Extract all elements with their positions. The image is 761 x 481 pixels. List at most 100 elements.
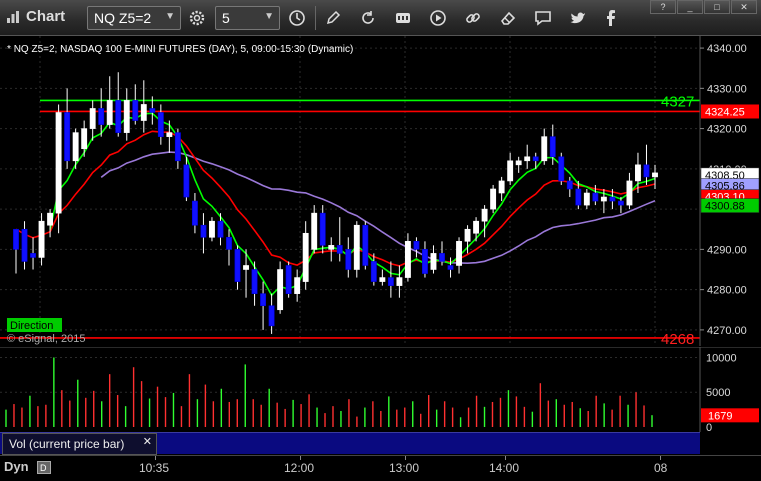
get-icon <box>396 13 410 23</box>
candle-body <box>183 164 190 198</box>
price-tick-label: 4340.00 <box>707 43 747 55</box>
candle-body <box>191 200 198 226</box>
chevron-down-icon[interactable]: ▼ <box>165 11 175 22</box>
link-icon <box>466 13 480 23</box>
comment-button[interactable] <box>530 6 556 30</box>
candle-body <box>524 156 531 162</box>
time-tick-label: 14:00 <box>489 461 520 475</box>
symbol-value: NQ Z5=2 <box>94 10 152 26</box>
level-price-tag-label: 4324.25 <box>705 106 745 118</box>
refresh-icon <box>362 11 374 24</box>
candle-body <box>541 136 548 162</box>
price-tag-label: 4300.88 <box>705 201 745 213</box>
candle-body <box>268 305 275 327</box>
volume-study-tab[interactable]: Vol (current price bar) ✕ <box>2 433 157 455</box>
interval-clock-button[interactable] <box>284 6 310 30</box>
speech-bubble-icon <box>535 11 551 26</box>
close-icon[interactable]: ✕ <box>143 435 152 448</box>
twitter-bird-icon <box>570 12 585 24</box>
chart-toolbar: Chart NQ Z5=2 ▼ 5 ▼ ? _ □ ✕ <box>0 0 761 36</box>
candle-body <box>600 196 607 202</box>
candle-body <box>98 108 105 125</box>
candle-body <box>260 293 267 307</box>
candle-body <box>507 160 514 182</box>
help-button[interactable]: ? <box>650 0 676 14</box>
dynamic-settings-icon[interactable]: D <box>37 461 51 474</box>
candle-body <box>583 192 590 206</box>
maximize-button[interactable]: □ <box>704 0 730 14</box>
dynamic-mode-label[interactable]: Dyn <box>4 459 29 474</box>
time-axis: Dyn D 10:35 12:00 13:00 14:00 08 <box>0 455 761 481</box>
price-tick-label: 4280.00 <box>707 285 747 297</box>
candle-body <box>200 224 207 238</box>
gear-icon <box>189 10 205 26</box>
candle-body <box>81 128 88 150</box>
draw-tool-button[interactable] <box>320 6 346 30</box>
candle-body <box>379 277 386 282</box>
link-button[interactable] <box>460 6 486 30</box>
eraser-icon <box>500 11 516 25</box>
candle-body <box>285 265 292 294</box>
candle-body <box>362 224 369 266</box>
candle-body <box>13 228 19 250</box>
volume-panel[interactable]: 10000 5000 01679 <box>0 347 761 432</box>
candle-body <box>439 253 445 262</box>
minimize-button[interactable]: _ <box>677 0 703 14</box>
candle-body <box>592 192 599 202</box>
time-tick-label: 13:00 <box>389 461 420 475</box>
candle-body <box>21 228 28 262</box>
facebook-button[interactable] <box>598 6 624 30</box>
price-tick-label: 4320.00 <box>707 124 747 136</box>
time-tick-mark <box>300 456 301 460</box>
play-icon <box>430 10 446 26</box>
candle-body <box>617 200 624 206</box>
time-tick-label: 10:35 <box>139 461 170 475</box>
eraser-button[interactable] <box>495 6 521 30</box>
price-tick-label: 4330.00 <box>707 83 747 95</box>
candle-body <box>132 100 139 121</box>
level-label: 4327 <box>661 93 694 110</box>
facebook-icon <box>607 10 615 26</box>
symbol-settings-button[interactable] <box>184 6 210 30</box>
toolbar-divider <box>315 6 316 30</box>
play-button[interactable] <box>425 6 451 30</box>
candle-body <box>64 112 71 162</box>
volume-current-label: 1679 <box>708 410 732 422</box>
price-chart-panel[interactable]: 43274268 4340.004330.004320.004310.00429… <box>0 36 761 346</box>
symbol-input[interactable]: NQ Z5=2 ▼ <box>87 6 181 30</box>
candle-body <box>345 249 352 270</box>
direction-label: Direction <box>10 320 53 332</box>
time-tick-label: 12:00 <box>284 461 315 475</box>
candle-body <box>643 164 650 178</box>
candle-body <box>353 224 360 270</box>
candle-body <box>566 180 573 190</box>
chart-title: * NQ Z5=2, NASDAQ 100 E-MINI FUTURES (DA… <box>7 44 353 55</box>
candle-body <box>72 132 79 162</box>
candle-body <box>336 245 343 254</box>
twitter-button[interactable] <box>565 6 591 30</box>
candle-body <box>319 212 326 246</box>
volume-tick-label: 0 <box>706 422 712 432</box>
candle-body <box>549 136 556 158</box>
candle-body <box>635 164 641 182</box>
candle-body <box>404 241 411 278</box>
svg-text:D: D <box>40 463 47 473</box>
chevron-down-icon[interactable]: ▼ <box>264 11 274 22</box>
candle-body <box>30 253 36 258</box>
candle-body <box>209 220 215 238</box>
time-tick-mark <box>505 456 506 460</box>
candle-body <box>558 156 565 182</box>
price-tick-label: 4270.00 <box>707 325 747 337</box>
close-button[interactable]: ✕ <box>731 0 757 14</box>
interval-input[interactable]: 5 ▼ <box>215 6 280 30</box>
candle-body <box>413 241 420 250</box>
candle-body <box>302 232 309 282</box>
candle-body <box>481 208 488 222</box>
candle-body <box>626 180 633 206</box>
refresh-button[interactable] <box>355 6 381 30</box>
get-data-button[interactable] <box>390 6 416 30</box>
candle-body <box>174 132 181 162</box>
candle-body <box>38 220 45 258</box>
volume-study-label: Vol (current price bar) <box>9 437 125 451</box>
time-tick-label: 08 <box>654 461 668 475</box>
